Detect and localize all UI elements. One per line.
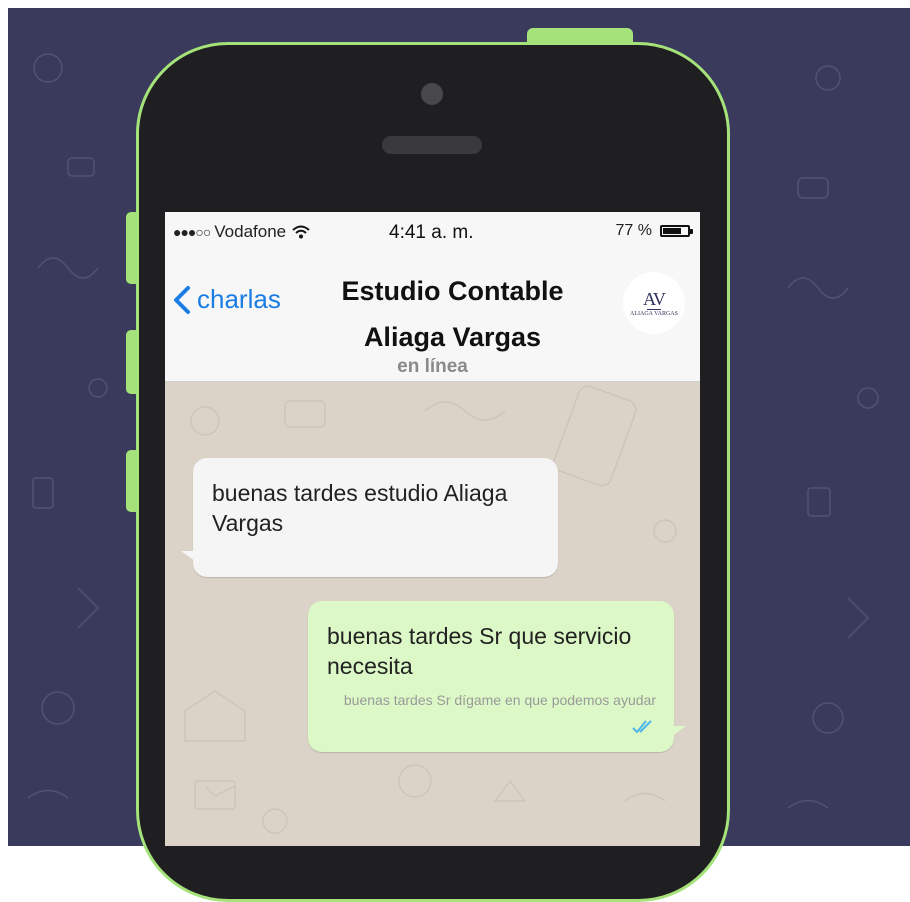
back-label: charlas (197, 284, 281, 314)
battery-icon (660, 225, 693, 237)
back-button[interactable]: charlas (171, 284, 281, 315)
contact-name-line1: Estudio Contable (341, 276, 564, 306)
status-time: 4:41 a. m. (389, 222, 474, 243)
carrier-name: Vodafone (214, 222, 287, 241)
contact-status: en línea (397, 356, 468, 377)
signal-strength-icon: ●●●○○ (173, 224, 211, 240)
power-button (527, 28, 633, 43)
carrier-info: ●●●○○ Vodafone (173, 222, 310, 242)
message-text: buenas tardes Sr que servicio necesita (327, 623, 632, 679)
double-check-icon (632, 720, 652, 734)
message-text: buenas tardes estudio Aliaga Vargas (212, 480, 508, 536)
chat-header: charlas Estudio Contable Aliaga Vargas e… (165, 256, 700, 382)
contact-title[interactable]: Estudio Contable Aliaga Vargas (305, 268, 600, 360)
contact-avatar[interactable]: AV ALIAGA VARGAS (623, 272, 685, 334)
earpiece-speaker (382, 136, 482, 154)
front-camera (421, 83, 443, 105)
avatar-divider (647, 308, 661, 310)
avatar-monogram: AV (643, 288, 666, 309)
battery-percent: 77 % (615, 222, 652, 239)
avatar-brand-name: ALIAGA VARGAS (630, 310, 678, 317)
incoming-message-bubble[interactable]: buenas tardes estudio Aliaga Vargas (181, 458, 558, 577)
message-meta-text: buenas tardes Sr dígame en que podemos a… (343, 692, 656, 708)
wifi-icon (292, 225, 310, 239)
message-meta: buenas tardes Sr dígame en que podemos a… (326, 687, 656, 739)
contact-name-line2: Aliaga Vargas (363, 322, 542, 352)
battery-status: 77 % (615, 222, 693, 240)
outgoing-message-bubble[interactable]: buenas tardes Sr que servicio necesita b… (308, 601, 686, 752)
phone-screen: ●●●○○ Vodafone 4:41 a. m. 77 % charlas E… (165, 212, 700, 846)
chevron-left-icon (174, 285, 190, 314)
status-bar: ●●●○○ Vodafone 4:41 a. m. 77 % (165, 212, 700, 256)
battery-fill (663, 228, 682, 234)
